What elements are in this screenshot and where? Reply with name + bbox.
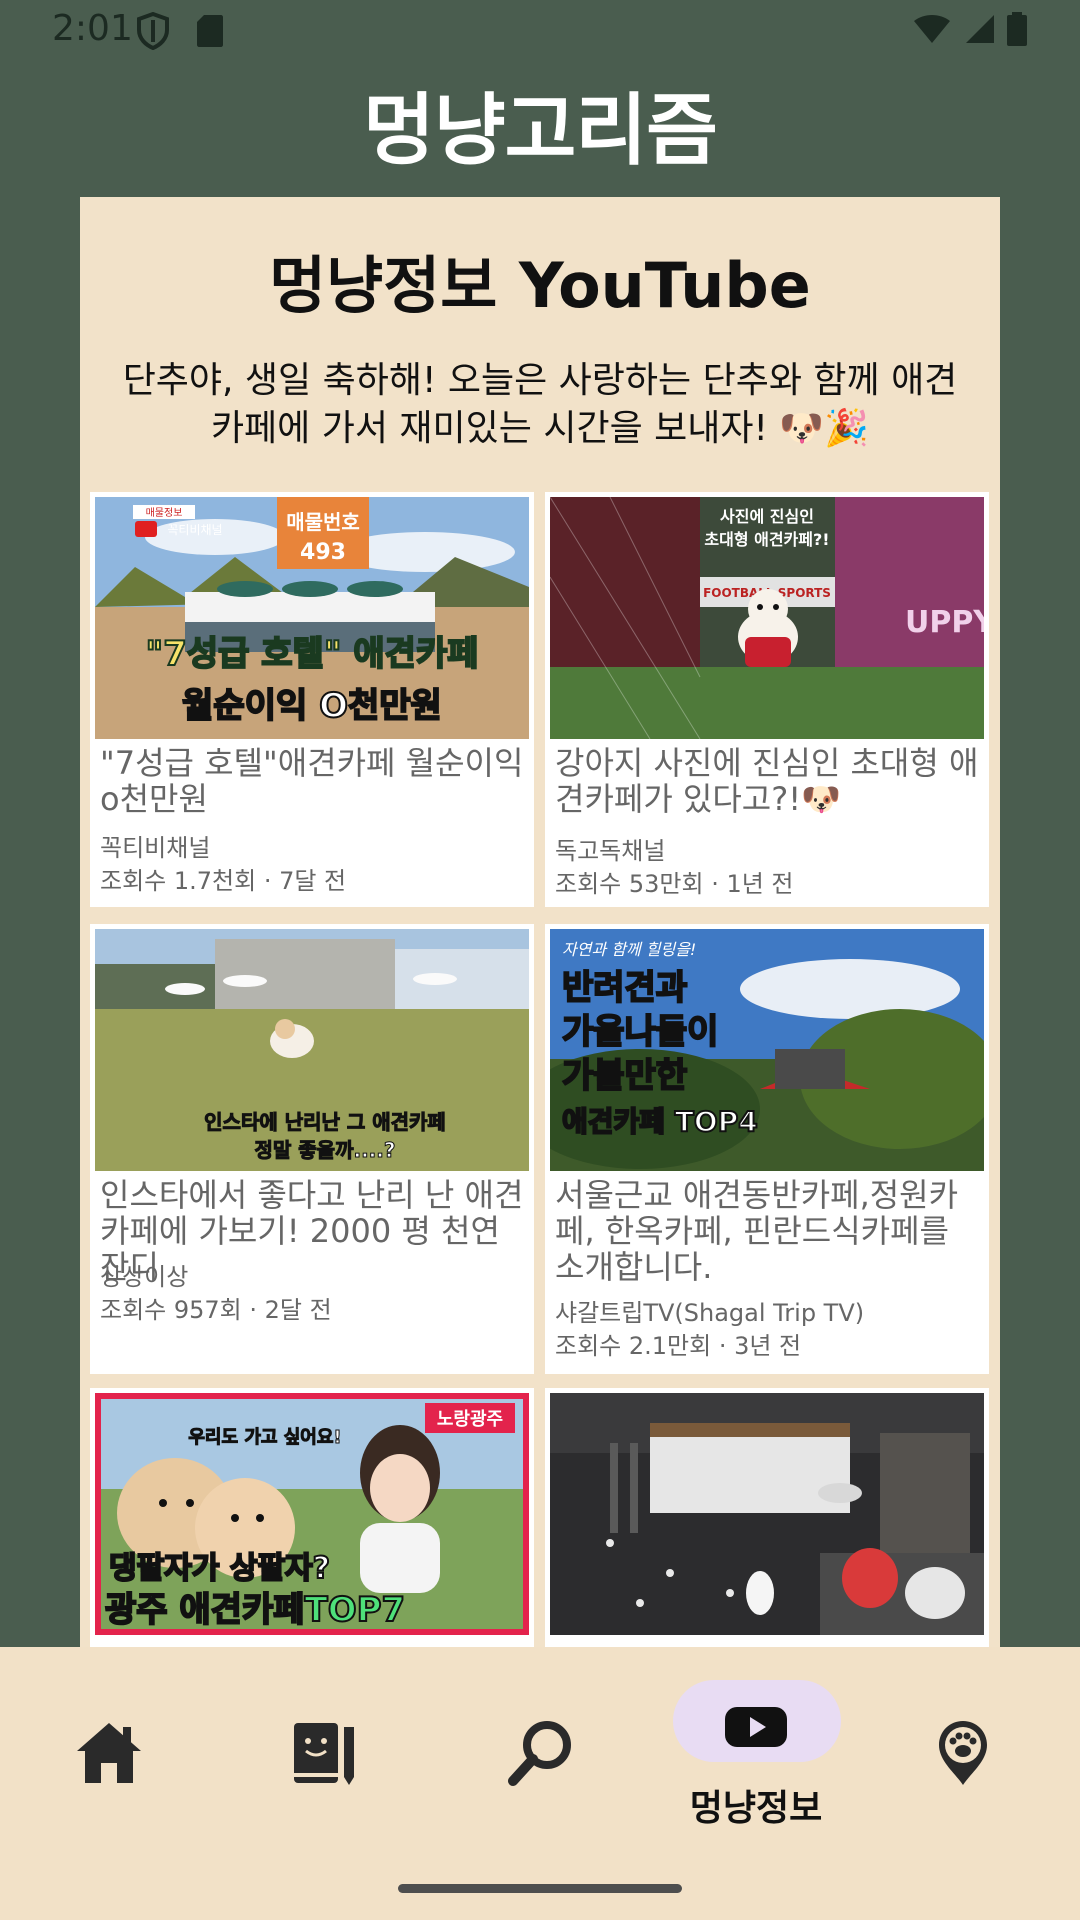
youtube-panel: 멍냥정보 YouTube 단추야, 생일 축하해! 오늘은 사랑하는 단추와 함… — [80, 197, 1000, 1647]
svg-text:초대형 애견카페?!: 초대형 애견카페?! — [704, 530, 829, 549]
photo-cafe-thumbnail: FOOTBALL SPORTS 사진에 진심인 초대형 애견카페?! UPPY — [550, 497, 984, 739]
video-thumbnail[interactable]: 매물번호 493 매물정보 꼭티비채널 "7성급 호텔" 애견카페 월순이익 O… — [95, 497, 529, 739]
status-icons — [912, 12, 1028, 46]
video-thumbnail[interactable]: 자연과 함께 힐링을! 반려견과 가을나들이 가볼만한 애견카페 TOP4 — [550, 929, 984, 1171]
video-card[interactable]: 자연과 함께 힐링을! 반려견과 가을나들이 가볼만한 애견카페 TOP4 서울… — [545, 924, 989, 1374]
signal-icon — [966, 15, 994, 43]
status-time: 2:01 — [52, 8, 133, 49]
svg-text:댕팔자가 상팔자?: 댕팔자가 상팔자? — [109, 1551, 330, 1586]
svg-text:매물정보: 매물정보 — [146, 507, 183, 519]
video-thumbnail[interactable]: FOOTBALL SPORTS 사진에 진심인 초대형 애견카페?! UPPY — [550, 497, 984, 739]
svg-text:애견카페 TOP4: 애견카페 TOP4 — [562, 1105, 758, 1138]
birthday-message: 단추야, 생일 축하해! 오늘은 사랑하는 단추와 함께 애견카페에 가서 재미… — [122, 360, 958, 449]
video-card[interactable]: 노랑광주 우리도 가고 싶어요! 댕팔자가 상팔자? 광주 애견카페TOP7 — [90, 1388, 534, 1647]
nav-map[interactable] — [892, 1687, 1052, 1837]
svg-text:UPPY: UPPY — [905, 605, 984, 640]
status-bar: 2:01 — [0, 0, 1080, 62]
video-meta: 조회수 2.1만회 · 3년 전 — [555, 1332, 802, 1360]
video-meta: 조회수 53만회 · 1년 전 — [555, 870, 794, 898]
thumb-text: 매물번호 — [286, 510, 360, 534]
battery-icon — [1007, 12, 1027, 46]
video-thumbnail[interactable] — [550, 1393, 984, 1635]
svg-text:자연과 함께 힐링을!: 자연과 함께 힐링을! — [562, 940, 696, 959]
video-card[interactable]: 인스타에 난리난 그 애견카페 정말 좋을까....? 인스타에서 좋다고 난리… — [90, 924, 534, 1374]
sd-card-icon — [197, 15, 223, 47]
panel-title: 멍냥정보 YouTube — [269, 249, 811, 322]
svg-text:노랑광주: 노랑광주 — [437, 1409, 503, 1430]
svg-text:월순이익 O천만원: 월순이익 O천만원 — [182, 686, 442, 726]
svg-text:사진에 진심인: 사진에 진심인 — [720, 507, 814, 526]
autumn-cafe-thumbnail: 자연과 함께 힐링을! 반려견과 가을나들이 가볼만한 애견카페 TOP4 — [550, 929, 984, 1171]
video-card[interactable] — [545, 1388, 989, 1647]
video-channel[interactable]: 상상이상 — [100, 1257, 188, 1292]
video-channel[interactable]: 꼭티비채널 — [100, 828, 210, 863]
wifi-icon — [914, 15, 950, 43]
video-thumbnail[interactable]: 인스타에 난리난 그 애견카페 정말 좋을까....? — [95, 929, 529, 1171]
svg-text:인스타에 난리난 그 애견카페: 인스타에 난리난 그 애견카페 — [204, 1110, 446, 1134]
svg-text:가을나들이: 가을나들이 — [562, 1012, 718, 1052]
svg-text:"7성급 호텔" 애견카페: "7성급 호텔" 애견카페 — [146, 634, 479, 674]
video-channel[interactable]: 샤갈트립TV(Shagal Trip TV) — [555, 1293, 864, 1328]
bottom-nav: 멍냥정보 — [0, 1647, 1080, 1920]
diary-icon — [294, 1723, 354, 1785]
video-channel[interactable]: 독고독채널 — [555, 831, 665, 866]
video-thumbnail[interactable]: 노랑광주 우리도 가고 싶어요! 댕팔자가 상팔자? 광주 애견카페TOP7 — [95, 1393, 529, 1635]
cctv-cafe-thumbnail — [550, 1393, 984, 1635]
nav-search[interactable] — [460, 1687, 620, 1837]
svg-text:꼭티비채널: 꼭티비채널 — [167, 523, 222, 537]
nav-youtube-label[interactable]: 멍냥정보 — [640, 1779, 872, 1831]
home-icon — [77, 1723, 141, 1783]
search-icon — [508, 1721, 571, 1786]
svg-text:반려견과: 반려견과 — [562, 968, 687, 1008]
video-meta: 조회수 957회 · 2달 전 — [100, 1296, 332, 1324]
svg-text:정말 좋을까....?: 정말 좋을까....? — [255, 1138, 396, 1162]
video-title[interactable]: 서울근교 애견동반카페,정원카페, 한옥카페, 핀란드식카페를 소개합니다. — [555, 1177, 981, 1285]
svg-text:우리도 가고 싶어요!: 우리도 가고 싶어요! — [188, 1427, 341, 1448]
youtube-icon — [725, 1707, 787, 1747]
video-card[interactable]: 매물번호 493 매물정보 꼭티비채널 "7성급 호텔" 애견카페 월순이익 O… — [90, 492, 534, 907]
video-title[interactable]: 강아지 사진에 진심인 초대형 애견카페가 있다고?!🐶 — [555, 745, 981, 817]
lawn-cafe-thumbnail: 인스타에 난리난 그 애견카페 정말 좋을까....? — [95, 929, 529, 1171]
nav-home[interactable] — [28, 1687, 188, 1837]
app-title: 멍냥고리즘 — [363, 86, 718, 176]
svg-text:광주 애견카페TOP7: 광주 애견카페TOP7 — [105, 1590, 405, 1630]
nav-diary[interactable] — [243, 1687, 403, 1837]
cafe-hotel-thumbnail: 매물번호 493 매물정보 꼭티비채널 "7성급 호텔" 애견카페 월순이익 O… — [95, 497, 529, 739]
video-card[interactable]: FOOTBALL SPORTS 사진에 진심인 초대형 애견카페?! UPPY … — [545, 492, 989, 907]
shield-icon — [137, 12, 169, 50]
svg-text:가볼만한: 가볼만한 — [562, 1056, 687, 1096]
video-meta: 조회수 1.7천회 · 7달 전 — [100, 867, 347, 895]
home-indicator[interactable] — [398, 1884, 682, 1893]
svg-text:493: 493 — [300, 540, 346, 565]
gwangju-cafe-thumbnail: 노랑광주 우리도 가고 싶어요! 댕팔자가 상팔자? 광주 애견카페TOP7 — [95, 1393, 529, 1635]
paw-pin-icon — [939, 1721, 987, 1785]
video-title[interactable]: "7성급 호텔"애견카페 월순이익 o천만원 — [100, 745, 526, 817]
